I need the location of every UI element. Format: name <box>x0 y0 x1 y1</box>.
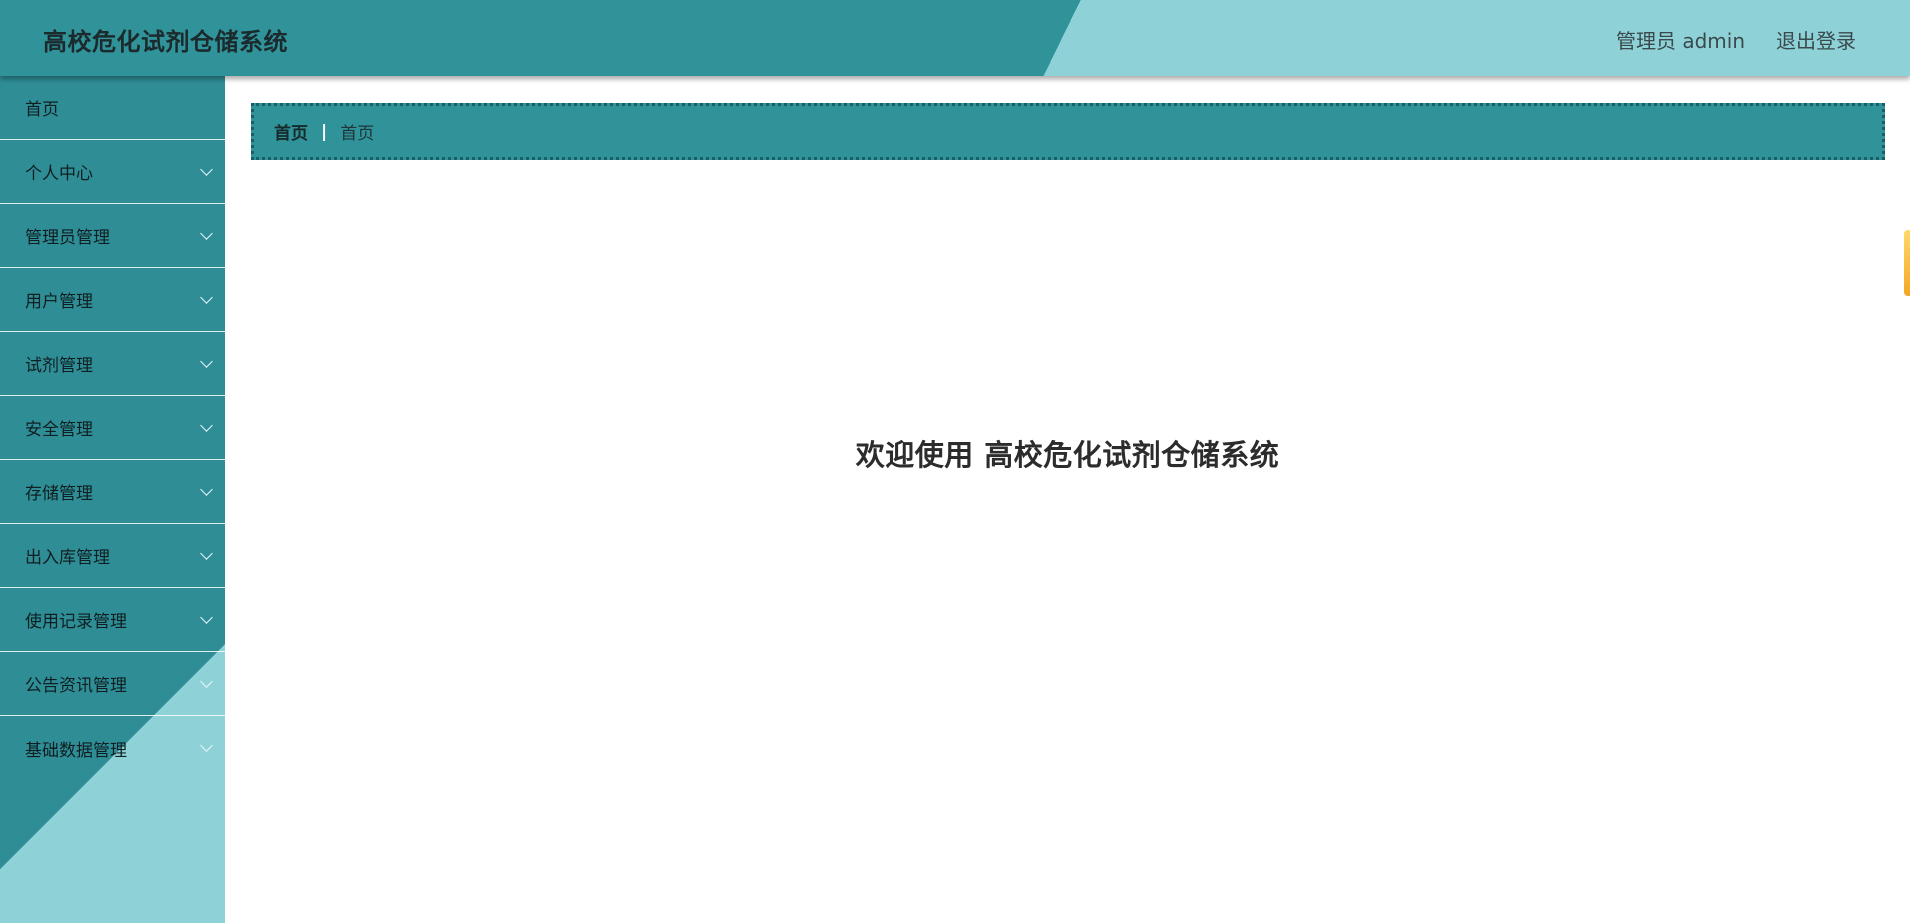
sidebar-item-label: 出入库管理 <box>25 548 110 568</box>
current-user-label: 管理员 admin <box>1615 29 1745 53</box>
sidebar-item-user-management[interactable]: 用户管理 <box>0 268 225 332</box>
sidebar-item-label: 安全管理 <box>25 420 93 440</box>
breadcrumb-separator: | <box>321 121 328 142</box>
header-user-area: 管理员 admin 退出登录 <box>1616 25 1856 54</box>
sidebar-item-base-data-management[interactable]: 基础数据管理 <box>0 716 225 780</box>
sidebar-item-label: 试剂管理 <box>25 356 93 376</box>
sidebar-item-inout-management[interactable]: 出入库管理 <box>0 524 225 588</box>
welcome-message: 欢迎使用 高校危化试剂仓储系统 <box>855 438 1280 472</box>
breadcrumb: 首页 | 首页 <box>251 103 1885 160</box>
sidebar-item-label: 管理员管理 <box>25 228 110 248</box>
sidebar-item-personal-center[interactable]: 个人中心 <box>0 140 225 204</box>
breadcrumb-home-link[interactable]: 首页 <box>274 119 308 144</box>
chevron-down-icon <box>200 610 213 624</box>
sidebar-item-label: 使用记录管理 <box>25 612 127 632</box>
chevron-down-icon <box>200 482 213 496</box>
app-title: 高校危化试剂仓储系统 <box>43 28 288 56</box>
chevron-down-icon <box>200 418 213 432</box>
chevron-down-icon <box>200 546 213 560</box>
sidebar-menu: 首页 个人中心 管理员管理 用户管理 试剂管理 安全管理 存储管理 出入库管理 … <box>0 76 225 923</box>
sidebar-item-label: 存储管理 <box>25 484 93 504</box>
sidebar-item-label: 公告资讯管理 <box>25 676 127 696</box>
chevron-down-icon <box>200 739 213 752</box>
sidebar-item-usage-record-management[interactable]: 使用记录管理 <box>0 588 225 652</box>
sidebar-item-label: 用户管理 <box>25 292 93 312</box>
side-drawer-handle[interactable] <box>1904 230 1910 296</box>
chevron-down-icon <box>200 226 213 240</box>
logout-button[interactable]: 退出登录 <box>1776 25 1856 54</box>
chevron-down-icon <box>200 162 213 176</box>
sidebar-item-home[interactable]: 首页 <box>0 76 225 140</box>
main-content: 首页 | 首页 欢迎使用 高校危化试剂仓储系统 <box>225 76 1910 923</box>
sidebar-item-storage-management[interactable]: 存储管理 <box>0 460 225 524</box>
sidebar-item-label: 首页 <box>25 100 59 120</box>
sidebar-item-label: 基础数据管理 <box>25 740 127 761</box>
sidebar-item-announcement-management[interactable]: 公告资讯管理 <box>0 652 225 716</box>
breadcrumb-current: 首页 <box>340 124 375 144</box>
top-header: 高校危化试剂仓储系统 管理员 admin 退出登录 <box>0 0 1910 76</box>
chevron-down-icon <box>200 674 213 688</box>
chevron-down-icon <box>200 354 213 368</box>
sidebar-item-label: 个人中心 <box>25 164 93 184</box>
sidebar-item-reagent-management[interactable]: 试剂管理 <box>0 332 225 396</box>
sidebar-item-admin-management[interactable]: 管理员管理 <box>0 204 225 268</box>
sidebar-item-safety-management[interactable]: 安全管理 <box>0 396 225 460</box>
chevron-down-icon <box>200 290 213 304</box>
